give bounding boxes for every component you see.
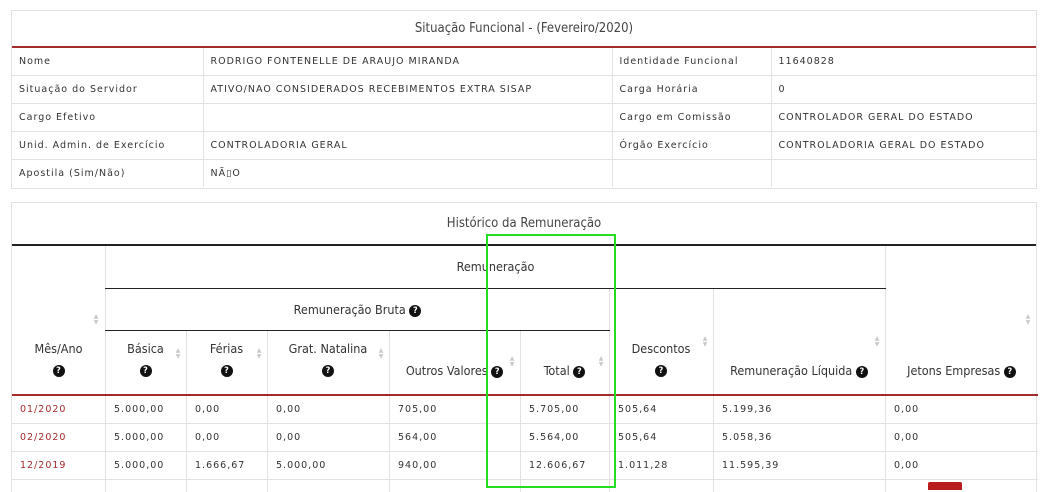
info-row: Unid. Admin. de Exercício CONTROLADORIA … xyxy=(12,131,1036,160)
info-value: ATIVO/NAO CONSIDERADOS RECEBIMENTOS EXTR… xyxy=(203,75,613,104)
question-circle-icon[interactable]: ? xyxy=(1003,365,1016,378)
cell-jetons: 0,00 xyxy=(894,432,920,443)
info-row: Cargo Efetivo Cargo em Comissão CONTROLA… xyxy=(12,103,1036,132)
cell-outros-valores: 564,00 xyxy=(398,432,438,443)
col-header-descontos[interactable]: Descontos ? xyxy=(609,341,713,377)
red-action-button[interactable] xyxy=(928,482,962,490)
cell-descontos: 1.011,28 xyxy=(618,460,669,471)
info-label: Cargo Efetivo xyxy=(12,103,204,132)
info-label: Nome xyxy=(12,48,204,76)
col-header-mes-ano-label: Mês/Ano xyxy=(34,341,83,356)
cell-grat-natalina: 5.000,00 xyxy=(276,460,327,471)
cell-outros-valores: 940,00 xyxy=(398,460,438,471)
sort-icon[interactable]: ▲ ▼ xyxy=(377,348,385,360)
cell-descontos: 505,64 xyxy=(618,432,658,443)
col-header-jetons-empresas-label: Jetons Empresas xyxy=(907,363,1001,378)
question-circle-icon[interactable]: ? xyxy=(855,365,868,378)
sort-icon[interactable]: ▲ ▼ xyxy=(873,336,881,348)
total-column-highlight xyxy=(486,234,616,488)
question-circle-icon[interactable]: ? xyxy=(52,364,65,377)
col-header-grat-natalina-label: Grat. Natalina xyxy=(288,341,368,356)
question-circle-icon[interactable]: ? xyxy=(220,364,233,377)
col-header-descontos-label: Descontos xyxy=(631,341,691,356)
question-circle-icon[interactable]: ? xyxy=(655,364,667,377)
cell-mes-ano[interactable]: 12/2019 xyxy=(20,452,66,480)
info-value: CONTROLADORIA GERAL DO ESTADO xyxy=(771,131,1036,160)
sort-icon[interactable]: ▲ ▼ xyxy=(255,348,263,360)
col-header-jetons-empresas[interactable]: Jetons Empresas ? xyxy=(885,363,1038,378)
info-label: Cargo em Comissão xyxy=(612,103,772,132)
cell-jetons: 0,00 xyxy=(894,460,920,471)
info-value xyxy=(771,160,1036,188)
info-value: 0 xyxy=(771,75,1036,104)
question-circle-icon[interactable]: ? xyxy=(139,364,152,377)
info-label xyxy=(612,159,772,187)
cell-grat-natalina: 0,00 xyxy=(276,404,302,415)
cell-remuneracao-liquida: 5.058,36 xyxy=(722,432,773,443)
cell-basica: 5.000,00 xyxy=(114,432,165,443)
situacao-funcional-table: Nome RODRIGO FONTENELLE DE ARAUJO MIRAND… xyxy=(12,48,1036,187)
cell-grat-natalina: 0,00 xyxy=(276,432,302,443)
info-value xyxy=(203,103,613,132)
info-row: Apostila (Sim/Não) NÃ▯O xyxy=(12,159,1036,188)
info-label: Órgão Exercício xyxy=(612,131,772,160)
info-row: Nome RODRIGO FONTENELLE DE ARAUJO MIRAND… xyxy=(12,48,1036,76)
cell-mes-ano[interactable]: 02/2020 xyxy=(20,424,66,452)
situacao-funcional-panel: Situação Funcional - (Fevereiro/2020) No… xyxy=(11,10,1037,189)
info-value: NÃ▯O xyxy=(203,159,613,187)
cell-basica: 5.000,00 xyxy=(114,404,165,415)
question-circle-icon[interactable]: ? xyxy=(322,364,334,377)
cell-descontos: 505,64 xyxy=(618,404,658,415)
info-value: RODRIGO FONTENELLE DE ARAUJO MIRANDA xyxy=(203,48,613,76)
info-value: 11640828 xyxy=(771,48,1036,76)
col-header-outros-valores-label: Outros Valores xyxy=(405,363,488,378)
sort-icon[interactable]: ▲ ▼ xyxy=(174,348,182,360)
sort-icon[interactable]: ▲ ▼ xyxy=(92,314,100,326)
info-label: Carga Horária xyxy=(612,75,772,104)
cell-remuneracao-liquida: 11.595,39 xyxy=(722,460,780,471)
cell-basica: 5.000,00 xyxy=(114,460,165,471)
col-header-grat-natalina[interactable]: Grat. Natalina ? xyxy=(267,341,389,377)
info-label: Situação do Servidor xyxy=(12,75,204,104)
info-label: Identidade Funcional xyxy=(612,48,772,76)
sort-icon[interactable]: ▲ ▼ xyxy=(701,336,709,348)
col-header-remuneracao-liquida-label: Remuneração Líquida xyxy=(730,363,853,378)
sort-icon[interactable]: ▲ ▼ xyxy=(1024,314,1032,326)
cell-remuneracao-liquida: 5.199,36 xyxy=(722,404,773,415)
group-remuneracao-bruta-label: Remuneração Bruta xyxy=(293,302,406,317)
col-header-mes-ano[interactable]: Mês/Ano ? xyxy=(12,341,105,377)
question-circle-icon[interactable]: ? xyxy=(409,304,422,317)
cell-ferias: 0,00 xyxy=(195,432,221,443)
info-row: Situação do Servidor ATIVO/NAO CONSIDERA… xyxy=(12,75,1036,104)
cell-jetons: 0,00 xyxy=(894,404,920,415)
cell-outros-valores: 705,00 xyxy=(398,404,438,415)
cell-mes-ano[interactable]: 01/2020 xyxy=(20,396,66,424)
situacao-funcional-title: Situação Funcional - (Fevereiro/2020) xyxy=(12,11,1036,48)
cell-ferias: 1.666,67 xyxy=(195,460,246,471)
info-value: CONTROLADORIA GERAL xyxy=(203,131,613,160)
col-header-remuneracao-liquida[interactable]: Remuneração Líquida ? xyxy=(713,363,885,378)
cell-ferias: 0,00 xyxy=(195,404,221,415)
info-value: CONTROLADOR GERAL DO ESTADO xyxy=(771,103,1036,132)
info-label: Unid. Admin. de Exercício xyxy=(12,131,204,160)
info-label: Apostila (Sim/Não) xyxy=(12,159,204,187)
